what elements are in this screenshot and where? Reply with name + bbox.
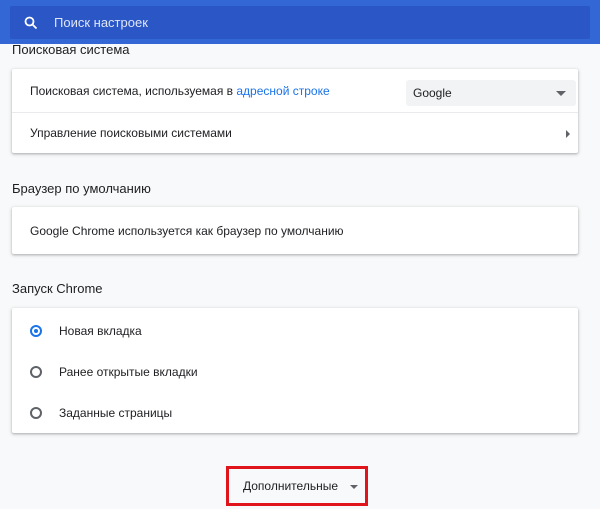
advanced-button-label: Дополнительные — [243, 479, 338, 493]
default-browser-row: Google Chrome используется как браузер п… — [12, 207, 578, 254]
radio-unchecked-icon[interactable] — [30, 365, 42, 378]
manage-search-engines-row[interactable]: Управление поисковыми системами — [12, 112, 578, 153]
chevron-down-icon — [350, 485, 358, 489]
radio-checked-icon[interactable] — [30, 324, 42, 337]
chevron-right-icon — [566, 130, 570, 138]
address-bar-engine-label: Поисковая система, используемая в — [30, 83, 237, 98]
manage-search-engines-label: Управление поисковыми системами — [30, 126, 232, 140]
search-box[interactable] — [10, 6, 590, 39]
default-browser-status: Google Chrome используется как браузер п… — [30, 223, 344, 238]
search-engine-select-value: Google — [413, 86, 452, 100]
section-title-default-browser: Браузер по умолчанию — [12, 181, 151, 196]
search-engine-card: Поисковая система, используемая в адресн… — [12, 69, 578, 153]
chevron-down-icon — [556, 91, 566, 96]
startup-option-previous-tabs[interactable]: Ранее открытые вкладки — [12, 351, 578, 392]
header-bar — [0, 0, 600, 44]
startup-option-specific-pages[interactable]: Заданные страницы — [12, 392, 578, 433]
default-browser-card: Google Chrome используется как браузер п… — [12, 207, 578, 254]
search-icon — [24, 16, 38, 30]
search-engine-select[interactable]: Google — [406, 80, 576, 106]
section-title-startup: Запуск Chrome — [12, 281, 103, 296]
radio-unchecked-icon[interactable] — [30, 406, 42, 419]
startup-option-label: Ранее открытые вкладки — [59, 364, 198, 379]
section-title-search-engine: Поисковая система — [12, 42, 130, 57]
startup-option-new-tab[interactable]: Новая вкладка — [12, 310, 578, 351]
advanced-button[interactable]: Дополнительные — [226, 466, 368, 506]
startup-option-label: Новая вкладка — [59, 323, 142, 338]
startup-card: Новая вкладка Ранее открытые вкладки Зад… — [12, 308, 578, 433]
address-bar-engine-row: Поисковая система, используемая в адресн… — [12, 69, 578, 112]
search-input[interactable] — [52, 14, 556, 31]
startup-option-label: Заданные страницы — [59, 405, 173, 420]
address-bar-link[interactable]: адресной строке — [236, 84, 329, 98]
